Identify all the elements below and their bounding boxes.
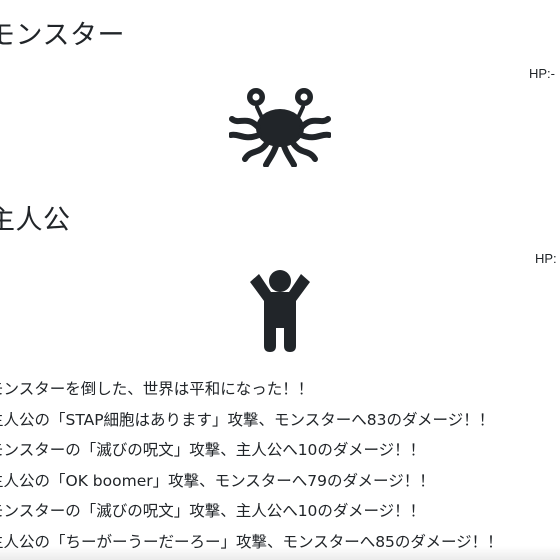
log-entry: 主人公の「STAP細胞はあります」攻撃、モンスターへ83のダメージ！！ [0,410,495,429]
child-arms-up-icon [250,270,310,352]
log-entry: モンスターを倒した、世界は平和になった！！ [0,380,314,398]
log-entry: モンスターの「滅びの呪文」攻撃、主人公へ10のダメージ！！ [0,441,426,459]
flying-spaghetti-monster-icon [229,88,331,167]
battle-log: モンスターを倒した、世界は平和になった！！ 主人公の「STAP細胞はあります」攻… [0,374,503,557]
monster-hp-text: HP:- [529,66,555,81]
bottom-edge-shadow [0,546,560,560]
log-entry: モンスターの「滅びの呪文」攻撃、主人公へ10のダメージ！！ [0,502,426,520]
monster-heading: モンスター [0,20,125,51]
hero-heading: 主人公 [0,205,71,236]
log-entry: 主人公の「OK boomer」攻撃、モンスターへ79のダメージ！！ [0,471,435,490]
hero-hp-text: HP: [535,251,557,266]
